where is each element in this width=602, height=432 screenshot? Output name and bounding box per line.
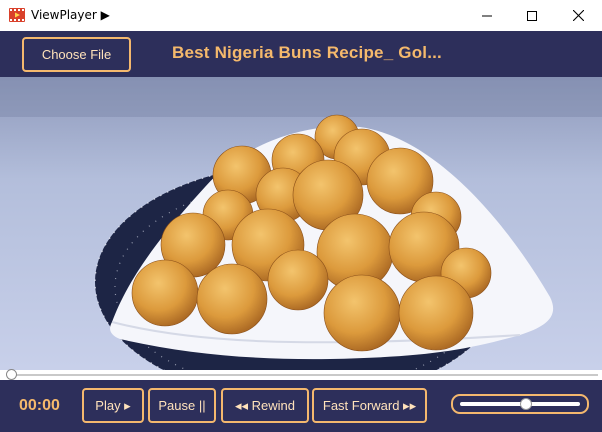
title-bar: ViewPlayer ▶ — [0, 0, 602, 32]
seek-bar[interactable] — [0, 369, 602, 380]
pause-button[interactable]: Pause || — [148, 388, 216, 423]
choose-file-button[interactable]: Choose File — [22, 37, 131, 72]
maximize-icon — [527, 10, 537, 21]
top-toolbar: Choose File Best Nigeria Buns Recipe_ Go… — [0, 31, 602, 77]
close-icon — [572, 10, 584, 21]
volume-handle[interactable] — [520, 398, 532, 410]
maximize-button[interactable] — [509, 0, 555, 31]
video-title: Best Nigeria Buns Recipe_ Gol... — [172, 43, 442, 62]
volume-track[interactable] — [460, 398, 580, 410]
close-button[interactable] — [555, 0, 601, 31]
minimize-icon — [482, 15, 492, 16]
seek-handle[interactable] — [6, 369, 17, 380]
film-play-icon — [9, 7, 25, 23]
minimize-button[interactable] — [464, 0, 510, 31]
seek-track[interactable] — [8, 374, 598, 376]
playback-controls: 00:00 Play ▸ Pause || ◂◂ Rewind Fast For… — [0, 380, 602, 432]
volume-slider[interactable] — [451, 394, 589, 414]
play-button[interactable]: Play ▸ — [82, 388, 144, 423]
rewind-button[interactable]: ◂◂ Rewind — [221, 388, 309, 423]
video-display[interactable] — [0, 77, 602, 370]
video-frame — [0, 77, 602, 370]
time-display: 00:00 — [19, 397, 60, 414]
window-title: ViewPlayer ▶ — [31, 8, 110, 22]
fast-forward-button[interactable]: Fast Forward ▸▸ — [312, 388, 427, 423]
